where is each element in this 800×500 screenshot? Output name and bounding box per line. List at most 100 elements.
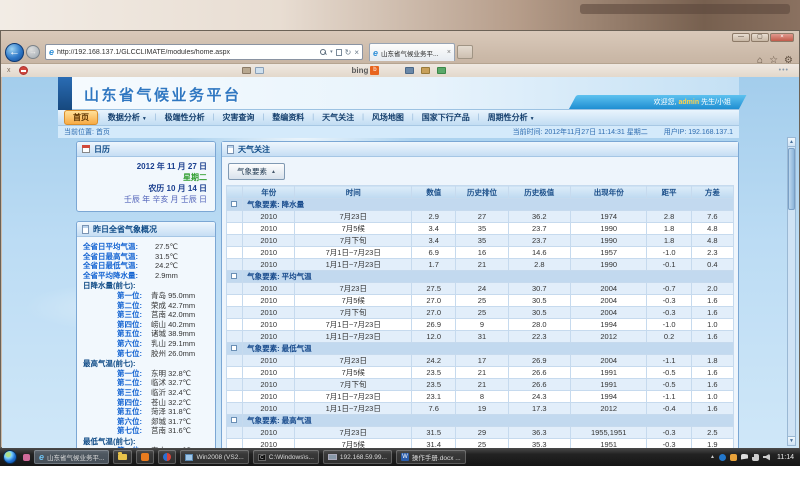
table-row[interactable]: 20107月1日~7月23日6.91614.61957-1.02.3	[227, 247, 734, 259]
group-checkbox[interactable]	[231, 273, 237, 279]
table-header-cell[interactable]: 出现年份	[570, 186, 646, 199]
translate-icon[interactable]	[421, 67, 430, 74]
rank-value[interactable]: 青岛 95.0mm	[151, 291, 195, 301]
table-row[interactable]: 20107月下旬27.02530.52004-0.31.6	[227, 307, 734, 319]
search-provider-icon[interactable]: b	[370, 66, 379, 75]
table-row[interactable]: 20101月1日~7月23日7.61917.32012-0.41.6	[227, 403, 734, 415]
rank-value[interactable]: 荣成 42.7mm	[151, 301, 195, 311]
table-header-cell[interactable]: 年份	[243, 186, 295, 199]
update-icon[interactable]	[730, 454, 737, 461]
table-group-row[interactable]: 气象要素: 最低气温	[227, 343, 734, 355]
table-header-cell[interactable]: 距平	[647, 186, 691, 199]
more-options-icon[interactable]: •••	[779, 67, 789, 74]
table-row[interactable]: 20107月23日24.21726.92004-1.11.8	[227, 355, 734, 367]
table-row[interactable]: 20101月1日~7月23日1.7212.81990-0.10.4	[227, 259, 734, 271]
action-center-flag-icon[interactable]	[741, 454, 748, 461]
rank-value[interactable]: 东明 32.8℃	[151, 369, 191, 379]
scroll-down-icon[interactable]: ▼	[788, 436, 795, 445]
taskbar-button-folder[interactable]	[113, 450, 132, 464]
rank-value[interactable]: 乳山 29.1mm	[151, 339, 195, 349]
card-icon[interactable]	[242, 67, 251, 74]
start-button[interactable]	[3, 450, 17, 464]
taskbar-button-orange[interactable]	[136, 450, 154, 464]
tab-close-icon[interactable]: ×	[447, 49, 451, 56]
scrollbar-thumb[interactable]	[788, 148, 795, 210]
nav-item-7[interactable]: 风场地图	[364, 111, 412, 124]
browser-tab[interactable]: e 山东省气候业务平... ×	[369, 43, 455, 61]
url-text[interactable]: http://192.168.137.1/GLCCLIMATE/modules/…	[57, 49, 320, 56]
forward-button[interactable]: →	[26, 45, 40, 59]
compatibility-view-icon[interactable]	[336, 49, 342, 56]
rank-value[interactable]: 郯城 31.7℃	[151, 417, 191, 427]
taskbar-button-circle[interactable]	[158, 450, 176, 464]
rank-value[interactable]: 崂山 40.2mm	[151, 320, 195, 330]
table-row[interactable]: 20107月23日31.52936.31955,1951-0.32.5	[227, 427, 734, 439]
nav-item-6[interactable]: 天气关注	[314, 111, 362, 124]
rank-value[interactable]: 苍山 32.2℃	[151, 398, 191, 408]
nav-item-8[interactable]: 国家下行产品	[414, 111, 478, 124]
ime-icon[interactable]	[719, 454, 726, 461]
table-group-row[interactable]: 气象要素: 平均气温	[227, 271, 734, 283]
group-checkbox[interactable]	[231, 417, 237, 423]
scroll-up-icon[interactable]: ▲	[788, 138, 795, 147]
taskbar-button-win[interactable]: Win2008 (VS2...	[180, 450, 248, 464]
network-icon[interactable]	[752, 454, 759, 461]
taskbar-button-cmd[interactable]: CC:\Windows\s...	[253, 450, 319, 464]
rank-value[interactable]: 诸城 38.9mm	[151, 329, 195, 339]
table-header-cell[interactable]: 方差	[691, 186, 733, 199]
search-icon[interactable]	[320, 49, 327, 56]
table-row[interactable]: 20107月下旬23.52126.61991-0.51.6	[227, 379, 734, 391]
clock[interactable]: 11:14	[777, 454, 794, 461]
element-filter-button[interactable]: 气象要素 ▲	[228, 163, 285, 180]
table-row[interactable]: 20107月1日~7月23日23.1824.31994-1.11.0	[227, 391, 734, 403]
group-checkbox[interactable]	[231, 201, 237, 207]
new-tab-button[interactable]	[457, 45, 473, 59]
table-row[interactable]: 20107月5候27.02530.52004-0.31.6	[227, 295, 734, 307]
nav-item-1[interactable]: 首页	[64, 110, 98, 125]
table-row[interactable]: 20107月1日~7月23日26.9928.01994-1.01.0	[227, 319, 734, 331]
table-header-cell[interactable]: 历史极值	[508, 186, 570, 199]
back-button[interactable]: ←	[5, 43, 24, 62]
mail-icon[interactable]	[255, 67, 264, 74]
nav-item-9[interactable]: 周期性分析▼	[480, 111, 543, 124]
group-checkbox[interactable]	[231, 345, 237, 351]
hidden-icons-chevron[interactable]: ▲	[710, 454, 715, 460]
blocked-content-icon[interactable]	[19, 66, 28, 75]
rank-value[interactable]: 胶州 26.0mm	[151, 349, 195, 359]
table-row[interactable]: 20101月1日~7月23日12.03122.320120.21.6	[227, 331, 734, 343]
bing-logo[interactable]: bing b	[352, 66, 380, 75]
rank-value[interactable]: 莒南 42.0mm	[151, 310, 195, 320]
table-group-row[interactable]: 气象要素: 最高气温	[227, 415, 734, 427]
table-row[interactable]: 20107月5候31.42535.31951-0.31.9	[227, 439, 734, 449]
search-caret-icon[interactable]: ▾	[330, 49, 333, 55]
nav-item-5[interactable]: 整编资料	[264, 111, 312, 124]
table-row[interactable]: 20107月5候3.43523.719901.84.8	[227, 223, 734, 235]
close-toolbar-icon[interactable]: x	[7, 67, 11, 74]
table-header-cell[interactable]: 历史排位	[456, 186, 508, 199]
pinned-app-icon[interactable]	[23, 454, 30, 461]
refresh-icon[interactable]: ↻	[345, 48, 352, 57]
rank-value[interactable]: 莒南 31.6℃	[151, 426, 191, 436]
nav-item-3[interactable]: 极端性分析	[157, 111, 213, 124]
rank-value[interactable]: 菏泽 31.8℃	[151, 407, 191, 417]
rank-value[interactable]: 临沂 32.4℃	[151, 388, 191, 398]
table-row[interactable]: 20107月23日2.92736.219742.87.6	[227, 211, 734, 223]
page-scrollbar[interactable]: ▲ ▼	[787, 137, 796, 446]
address-bar[interactable]: e http://192.168.137.1/GLCCLIMATE/module…	[45, 44, 363, 60]
volume-icon[interactable]	[763, 454, 770, 461]
table-header-cell[interactable]: 数值	[412, 186, 456, 199]
share-icon[interactable]	[437, 67, 446, 74]
nav-item-2[interactable]: 数据分析▼	[100, 111, 155, 124]
table-row[interactable]: 20107月5候23.52126.61991-0.51.6	[227, 367, 734, 379]
taskbar-button-ie[interactable]: e山东省气候业务平...	[34, 450, 109, 464]
table-row[interactable]: 20107月23日27.52430.72004-0.72.0	[227, 283, 734, 295]
taskbar-button-word[interactable]: W操作手册.docx ...	[396, 450, 466, 464]
table-group-row[interactable]: 气象要素: 降水量	[227, 199, 734, 211]
camera-icon[interactable]	[405, 67, 414, 74]
table-row[interactable]: 20107月下旬3.43523.719901.84.8	[227, 235, 734, 247]
taskbar-button-rdp[interactable]: 192.168.59.99...	[323, 450, 392, 464]
nav-item-4[interactable]: 灾害查询	[214, 111, 262, 124]
table-header-cell[interactable]: 时间	[295, 186, 412, 199]
stop-icon[interactable]: ×	[354, 48, 359, 57]
rank-value[interactable]: 临沭 32.7℃	[151, 378, 191, 388]
